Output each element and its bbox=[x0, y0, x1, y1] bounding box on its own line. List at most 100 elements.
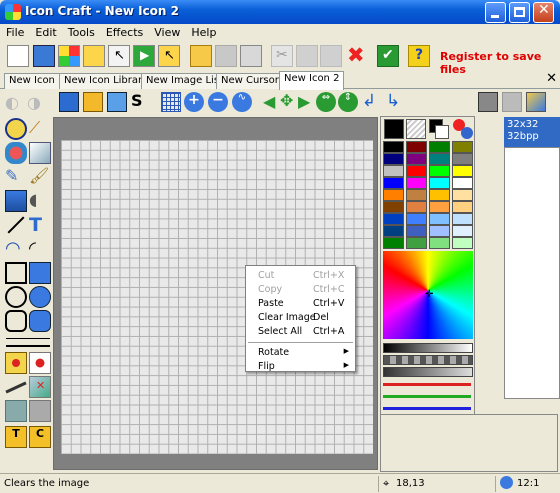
palette-swatch[interactable] bbox=[452, 225, 473, 237]
palette-swatch[interactable] bbox=[383, 237, 404, 249]
lock-color-icon[interactable]: C bbox=[29, 426, 51, 448]
palette-swatch[interactable] bbox=[383, 177, 404, 189]
dither-icon[interactable] bbox=[478, 92, 498, 112]
palette-swatch[interactable] bbox=[383, 153, 404, 165]
save-icon[interactable] bbox=[215, 45, 237, 67]
grid-icon[interactable] bbox=[161, 92, 181, 112]
filled-rectangle-icon[interactable] bbox=[29, 262, 51, 284]
menu-view[interactable]: View bbox=[148, 24, 185, 39]
menu-tools[interactable]: Tools bbox=[62, 24, 100, 39]
line-width-medium[interactable] bbox=[6, 345, 50, 347]
cube-yellow-icon[interactable] bbox=[83, 92, 103, 112]
cube-icon[interactable] bbox=[59, 92, 79, 112]
ctx-flip[interactable]: Flip ▶ bbox=[246, 360, 355, 374]
paste-icon[interactable] bbox=[320, 45, 342, 67]
fill-bucket-icon[interactable] bbox=[5, 190, 27, 212]
new-image-list-icon[interactable] bbox=[58, 45, 80, 67]
blue-slider[interactable] bbox=[383, 407, 471, 410]
palette-swatch[interactable] bbox=[406, 201, 427, 213]
help-icon[interactable]: ? bbox=[408, 45, 430, 67]
color-replace-icon[interactable] bbox=[5, 142, 27, 164]
arrow-cursor-icon[interactable]: ↖ bbox=[108, 45, 130, 67]
ellipse-icon[interactable] bbox=[5, 286, 27, 308]
palette-swatch[interactable] bbox=[429, 237, 450, 249]
open-folder-icon[interactable] bbox=[190, 45, 212, 67]
select-lasso-icon[interactable] bbox=[5, 118, 27, 140]
palette-swatch[interactable] bbox=[429, 141, 450, 153]
menu-help[interactable]: Help bbox=[185, 24, 221, 39]
pattern-dots-icon[interactable] bbox=[29, 352, 51, 374]
magic-wand-icon[interactable]: ⟋ bbox=[29, 118, 51, 140]
print-icon[interactable] bbox=[240, 45, 262, 67]
reset-colors-icon[interactable] bbox=[435, 125, 449, 139]
palette-swatch[interactable] bbox=[452, 177, 473, 189]
ctx-copy[interactable]: Copy Ctrl+C bbox=[246, 283, 355, 297]
menu-effects[interactable]: Effects bbox=[100, 24, 148, 39]
palette-swatch[interactable] bbox=[383, 189, 404, 201]
palette-swatch[interactable] bbox=[452, 141, 473, 153]
zoom-out-icon[interactable]: − bbox=[208, 92, 228, 112]
copy-layer-icon[interactable] bbox=[5, 400, 27, 422]
menu-edit[interactable]: Edit bbox=[29, 24, 61, 39]
cube-blue-icon[interactable] bbox=[107, 92, 127, 112]
ctx-rotate[interactable]: Rotate ▶ bbox=[246, 346, 355, 360]
palette-swatch[interactable] bbox=[452, 213, 473, 225]
background-color[interactable] bbox=[406, 119, 426, 139]
menu-file[interactable]: File bbox=[0, 24, 29, 39]
palette-swatch[interactable] bbox=[406, 141, 427, 153]
palette-swatch[interactable] bbox=[406, 213, 427, 225]
rectangle-icon[interactable] bbox=[5, 262, 27, 284]
color-spectrum[interactable]: ✛ bbox=[383, 251, 473, 339]
palette-swatch[interactable] bbox=[429, 213, 450, 225]
redo-icon[interactable]: ◑ bbox=[27, 93, 47, 113]
palette-swatch[interactable] bbox=[429, 189, 450, 201]
palette-swatch[interactable] bbox=[406, 225, 427, 237]
import-cursor-icon[interactable]: ↖ bbox=[158, 45, 180, 67]
zoom-in-icon[interactable]: + bbox=[184, 92, 204, 112]
zoom-fit-icon[interactable]: ∿ bbox=[232, 92, 252, 112]
new-icon[interactable] bbox=[7, 45, 29, 67]
delete-icon[interactable]: ✖ bbox=[345, 43, 367, 67]
move-all-icon[interactable]: ✥ bbox=[280, 91, 300, 111]
palette-swatch[interactable] bbox=[452, 189, 473, 201]
curve-icon[interactable]: ◜ bbox=[29, 238, 51, 260]
brush-icon[interactable]: 🖌 bbox=[29, 166, 51, 188]
rotate-right-icon[interactable]: ↳ bbox=[386, 91, 406, 111]
flip-vertical-icon[interactable]: ⇕ bbox=[338, 92, 358, 112]
new-cursor-icon[interactable] bbox=[83, 45, 105, 67]
red-slider[interactable] bbox=[383, 383, 471, 386]
palette-swatch[interactable] bbox=[429, 201, 450, 213]
palette-swatch[interactable] bbox=[429, 225, 450, 237]
format-selected[interactable]: 32x32 32bpp bbox=[504, 117, 560, 147]
color-dot-icon[interactable] bbox=[5, 352, 27, 374]
lock-transparent-icon[interactable]: T bbox=[5, 426, 27, 448]
saturation-bar[interactable] bbox=[383, 367, 473, 377]
eraser-icon[interactable] bbox=[29, 142, 51, 164]
brightness-bar[interactable] bbox=[383, 343, 473, 353]
ctx-cut[interactable]: Cut Ctrl+X bbox=[246, 269, 355, 283]
tab-new-icon-2[interactable]: New Icon 2 bbox=[279, 71, 345, 90]
filled-ellipse-icon[interactable] bbox=[29, 286, 51, 308]
line-width-thin[interactable] bbox=[6, 338, 50, 339]
palette-swatch[interactable] bbox=[406, 189, 427, 201]
line-icon[interactable] bbox=[5, 214, 27, 236]
ctx-paste[interactable]: Paste Ctrl+V bbox=[246, 297, 355, 311]
foreground-color[interactable] bbox=[384, 119, 404, 139]
airbrush-icon[interactable]: ◖ bbox=[29, 190, 51, 212]
cut-icon[interactable]: ✂ bbox=[271, 45, 293, 67]
line-style-icon[interactable] bbox=[5, 376, 27, 398]
layers-icon[interactable] bbox=[526, 92, 546, 112]
flip-horizontal-icon[interactable]: ⇔ bbox=[316, 92, 336, 112]
undo-icon[interactable]: ◐ bbox=[5, 93, 25, 113]
palette-swatch[interactable] bbox=[406, 177, 427, 189]
palette-swatch[interactable] bbox=[406, 165, 427, 177]
shadow-s-icon[interactable]: S bbox=[131, 91, 151, 111]
format-list[interactable] bbox=[504, 147, 560, 399]
inverse-color-icon[interactable] bbox=[461, 127, 473, 139]
palette-swatch[interactable] bbox=[452, 201, 473, 213]
minimize-button[interactable] bbox=[485, 2, 506, 23]
move-right-icon[interactable]: ▶ bbox=[298, 92, 318, 112]
palette-swatch[interactable] bbox=[429, 177, 450, 189]
palette-swatch[interactable] bbox=[406, 153, 427, 165]
palette-swatch[interactable] bbox=[406, 237, 427, 249]
